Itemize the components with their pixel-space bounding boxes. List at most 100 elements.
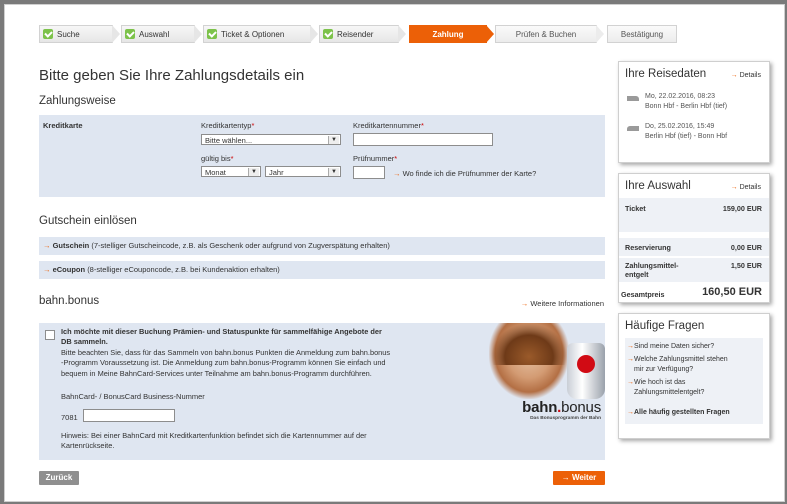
faq-list: → Sind meine Daten sicher? → Welche Zahlun… xyxy=(625,338,763,424)
arrow-right-icon: → xyxy=(561,473,572,482)
step-label: Zahlung xyxy=(432,30,464,39)
back-button[interactable]: Zurück xyxy=(39,471,79,485)
bahn-bonus-tagline: Das Bonusprogramm der Bahn xyxy=(530,416,601,421)
step-ticket-optionen[interactable]: Ticket & Optionen xyxy=(203,25,318,43)
year-select[interactable]: Jahr ▼ xyxy=(265,166,341,177)
bonus-card-label: BahnCard- / BonusCard Business-Nummer xyxy=(61,392,205,401)
fee-label-line: entgelt xyxy=(625,270,649,279)
total-value: 160,50 EUR xyxy=(702,286,762,298)
arrow-right-icon: → xyxy=(627,343,634,350)
travel-title: Ihre Reisedaten xyxy=(625,68,707,80)
selection-details-link[interactable]: → Details xyxy=(731,184,761,191)
step-label: Auswahl xyxy=(139,30,170,39)
valid-until-label-text: gültig bis xyxy=(201,154,231,163)
bonus-checkbox[interactable] xyxy=(45,330,55,340)
bonus-card-input[interactable] xyxy=(83,409,175,422)
step-zahlung: Zahlung xyxy=(409,25,494,43)
promo-person-hair xyxy=(491,323,567,365)
next-button[interactable]: → Weiter xyxy=(553,471,605,485)
travel-details-link[interactable]: → Details xyxy=(731,72,761,79)
faq-item-text: Sind meine Daten sicher? xyxy=(634,343,715,350)
ticket-label: Ticket xyxy=(625,204,646,213)
trip-route: Bonn Hbf - Berlin Hbf (tief) xyxy=(645,102,728,110)
ticket-row: Ticket 159,00 EUR xyxy=(619,198,769,232)
reservation-row: Reservierung 0,00 EUR xyxy=(619,238,769,256)
bonus-card-prefix: 7081 xyxy=(61,413,78,422)
cvc-label: Prüfnummer* xyxy=(353,154,397,163)
dropdown-arrow-icon: ▼ xyxy=(248,168,259,176)
faq-title: Häufige Fragen xyxy=(625,320,705,332)
logo-word-bonus: bonus xyxy=(561,399,601,416)
details-text: Details xyxy=(739,184,761,191)
ecoupon-label: eCoupon xyxy=(52,265,86,274)
valid-until-label: gültig bis* xyxy=(201,154,234,163)
arrow-right-icon: → xyxy=(627,409,634,416)
gutschein-row[interactable]: → Gutschein (7-stelliger Gutscheincode, … xyxy=(39,237,605,255)
booking-page: Suche Auswahl Ticket & Optionen Reisende… xyxy=(21,19,776,489)
faq-box: Häufige Fragen → Sind meine Daten sicher?… xyxy=(618,313,770,439)
arrow-right-icon: → xyxy=(520,299,531,308)
ecoupon-link[interactable]: → eCoupon (8-stelliger eCouponcode, z.B.… xyxy=(43,261,280,279)
card-type-select[interactable]: Bitte wählen... ▼ xyxy=(201,134,341,145)
bonus-more-link[interactable]: → Weitere Informationen xyxy=(521,299,604,308)
faq-item-line: mir zur Verfügung? xyxy=(634,365,694,373)
fee-label-line: Zahlungsmittel- xyxy=(625,261,679,270)
step-label: Ticket & Optionen xyxy=(221,30,285,39)
step-auswahl[interactable]: Auswahl xyxy=(121,25,202,43)
step-reisender[interactable]: Reisender xyxy=(319,25,406,43)
fee-value: 1,50 EUR xyxy=(730,261,762,270)
payment-heading: Zahlungsweise xyxy=(39,95,116,107)
details-text: Details xyxy=(739,72,761,79)
card-number-label-text: Kreditkartennummer xyxy=(353,121,421,130)
fee-label: Zahlungsmittel-entgelt xyxy=(625,261,679,279)
faq-item-line: Zahlungsmittelentgelt? xyxy=(634,388,705,396)
train-outbound-icon xyxy=(627,96,639,101)
logo-word-bahn: bahn xyxy=(522,399,558,416)
method-label: Kreditkarte xyxy=(43,121,83,130)
required-mark: * xyxy=(251,121,255,130)
cvc-help-link[interactable]: → Wo finde ich die Prüfnummer der Karte? xyxy=(393,169,536,178)
faq-item-text: Welche Zahlungsmittel stehen mir zur Verf… xyxy=(634,355,728,374)
bonus-description: Bitte beachten Sie, dass für das Sammeln… xyxy=(61,348,390,379)
fee-row: Zahlungsmittel-entgelt 1,50 EUR xyxy=(619,258,769,282)
card-number-input[interactable] xyxy=(353,133,493,146)
reservation-label: Reservierung xyxy=(625,243,671,252)
bonus-text-line: bequem in Meine BahnCard-Services unter … xyxy=(61,368,372,378)
selection-box: Ihre Auswahl → Details Ticket 159,00 EUR … xyxy=(618,173,770,303)
faq-item-text: Wie hoch ist das Zahlungsmittelentgelt? xyxy=(634,378,704,397)
step-label: Prüfen & Buchen xyxy=(515,30,577,39)
step-suche[interactable]: Suche xyxy=(39,25,120,43)
total-label: Gesamtpreis xyxy=(621,290,665,299)
cvc-input[interactable] xyxy=(353,166,385,179)
arrow-right-icon: → xyxy=(730,184,740,191)
checkmark-icon xyxy=(323,29,333,39)
bonus-hint: Hinweis: Bei einer BahnCard mit Kreditka… xyxy=(61,431,367,452)
arrow-right-icon: → xyxy=(43,265,53,274)
travel-box: Ihre Reisedaten → Details Mo, 22.02.2016… xyxy=(618,61,770,163)
trip-date: Mo, 22.02.2016, 08:23 xyxy=(645,93,716,100)
reservation-value: 0,00 EUR xyxy=(730,243,762,252)
step-label: Reisender xyxy=(337,30,374,39)
bahn-bonus-graphic: bahn.bonus Das Bonusprogramm der Bahn xyxy=(469,323,605,423)
dropdown-arrow-icon: ▼ xyxy=(328,168,339,176)
card-type-label-text: Kreditkartentyp xyxy=(201,121,252,130)
trip-return: Do, 25.02.2016, 15:49 Berlin Hbf (tief) -… xyxy=(645,122,727,141)
ecoupon-row[interactable]: → eCoupon (8-stelliger eCouponcode, z.B.… xyxy=(39,261,605,279)
train-return-icon xyxy=(627,126,639,131)
faq-item-line: Welche Zahlungsmittel stehen xyxy=(634,356,728,363)
year-value: Jahr xyxy=(269,168,284,177)
bonus-text-line: Bitte beachten Sie, dass für das Sammeln… xyxy=(61,348,391,357)
step-bestaetigung: Bestätigung xyxy=(607,25,677,43)
bonus-checkbox-label[interactable]: Ich möchte mit dieser Buchung Prämien- u… xyxy=(61,327,382,348)
gutschein-link[interactable]: → Gutschein (7-stelliger Gutscheincode, … xyxy=(43,237,390,255)
browser-frame: Suche Auswahl Ticket & Optionen Reisende… xyxy=(4,4,785,502)
cvc-label-text: Prüfnummer xyxy=(353,154,395,163)
trip-route: Berlin Hbf (tief) - Bonn Hbf xyxy=(645,132,728,140)
bonus-title-line: Ich möchte mit dieser Buchung Prämien- u… xyxy=(61,327,382,336)
required-mark: * xyxy=(420,121,424,130)
card-number-label: Kreditkartennummer* xyxy=(353,121,424,130)
month-select[interactable]: Monat ▼ xyxy=(201,166,261,177)
faq-item-line: Wie hoch ist das xyxy=(634,379,686,386)
card-type-label: Kreditkartentyp* xyxy=(201,121,254,130)
dropdown-arrow-icon: ▼ xyxy=(328,136,339,144)
